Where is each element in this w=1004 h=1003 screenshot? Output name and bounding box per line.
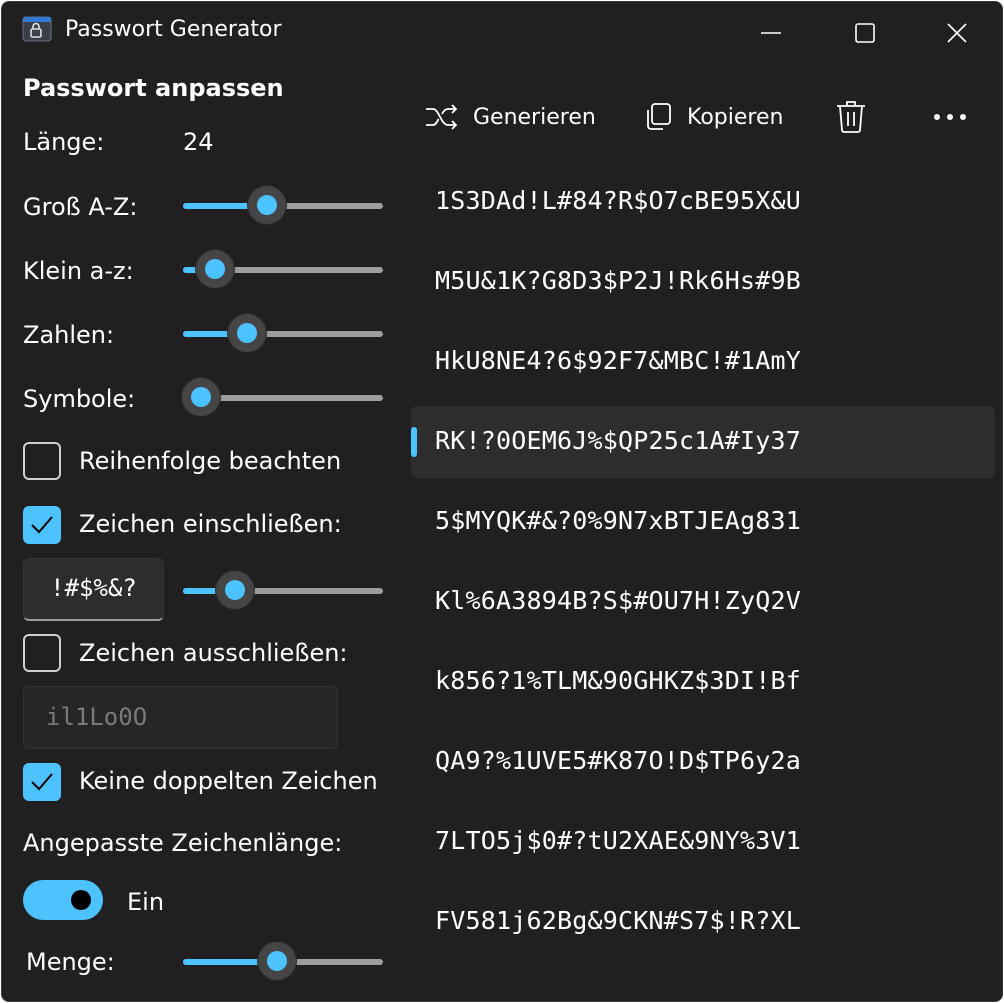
window-title: Passwort Generator <box>65 17 282 42</box>
password-row[interactable]: HkU8NE4?6$92F7&MBC!#1AmY <box>411 326 995 398</box>
length-value: 24 <box>183 128 214 156</box>
checkmark-icon <box>31 773 53 791</box>
uppercase-slider[interactable] <box>183 185 383 225</box>
password-row[interactable]: FV581j62Bg&9CKN#S7$!R?XL <box>411 886 995 958</box>
more-icon <box>934 114 966 120</box>
password-text: QA9?%1UVE5#K87O!D$TP6y2a <box>435 746 802 775</box>
slider-thumb[interactable] <box>196 250 234 288</box>
slider-thumb[interactable] <box>258 942 296 980</box>
title-bar: Passwort Generator <box>2 2 1002 62</box>
exclude-chars-checkbox[interactable] <box>23 634 61 672</box>
include-chars-label: Zeichen einschließen: <box>79 510 342 538</box>
lock-app-icon <box>22 16 52 42</box>
password-row[interactable]: M5U&1K?G8D3$P2J!Rk6Hs#9B <box>411 246 995 318</box>
password-text: Kl%6A3894B?S$#OU7H!ZyQ2V <box>435 586 802 615</box>
minimize-button[interactable] <box>748 12 794 56</box>
lowercase-label: Klein a-z: <box>23 257 134 285</box>
password-text: 5$MYQK#&?0%9N7xBTJEAg831 <box>435 506 802 535</box>
generate-button[interactable]: Generieren <box>425 94 596 140</box>
symbols-slider[interactable] <box>182 377 383 417</box>
password-row[interactable]: 7LTO5j$0#?tU2XAE&9NY%3V1 <box>411 806 995 878</box>
amount-slider[interactable] <box>183 941 383 981</box>
copy-button[interactable]: Kopieren <box>643 94 783 140</box>
password-text: FV581j62Bg&9CKN#S7$!R?XL <box>435 906 802 935</box>
toggle-state-label: Ein <box>127 888 165 916</box>
password-list: 1S3DAd!L#84?R$O7cBE95X&U M5U&1K?G8D3$P2J!… <box>411 166 995 966</box>
length-label: Länge: <box>23 128 105 156</box>
close-button[interactable] <box>934 12 980 56</box>
no-duplicates-checkbox[interactable] <box>23 763 61 801</box>
copy-icon <box>647 103 671 130</box>
password-text: 7LTO5j$0#?tU2XAE&9NY%3V1 <box>435 826 802 855</box>
password-text: 1S3DAd!L#84?R$O7cBE95X&U <box>435 186 802 215</box>
section-title: Passwort anpassen <box>23 74 284 102</box>
numbers-label: Zahlen: <box>23 321 115 349</box>
include-chars-input[interactable]: !#$%&? <box>23 558 164 621</box>
more-options-button[interactable] <box>932 94 968 140</box>
password-row[interactable]: RK!?0OEM6J%$QP25c1A#Iy37 <box>411 406 995 478</box>
password-row[interactable]: Kl%6A3894B?S$#OU7H!ZyQ2V <box>411 566 995 638</box>
trash-icon <box>837 101 865 133</box>
password-row[interactable]: 1S3DAd!L#84?R$O7cBE95X&U <box>411 166 995 238</box>
no-duplicates-label: Keine doppelten Zeichen <box>79 767 378 795</box>
order-checkbox-label: Reihenfolge beachten <box>79 447 342 475</box>
shuffle-icon <box>426 104 458 130</box>
app-window: Passwort Generator Passwort anpassen Län… <box>1 1 1003 1002</box>
numbers-slider[interactable] <box>183 313 383 353</box>
password-text: M5U&1K?G8D3$P2J!Rk6Hs#9B <box>435 266 802 295</box>
amount-label: Menge: <box>26 948 115 976</box>
order-checkbox[interactable] <box>23 442 61 480</box>
maximize-button[interactable] <box>842 12 888 56</box>
close-icon <box>947 23 967 43</box>
password-text: HkU8NE4?6$92F7&MBC!#1AmY <box>435 346 802 375</box>
slider-thumb[interactable] <box>182 378 220 416</box>
custom-length-label: Angepasste Zeichenlänge: <box>23 829 343 857</box>
symbols-label: Symbole: <box>23 385 136 413</box>
uppercase-label: Groß A-Z: <box>23 193 138 221</box>
password-text: RK!?0OEM6J%$QP25c1A#Iy37 <box>435 426 802 455</box>
exclude-chars-input[interactable]: il1Lo0O <box>23 686 338 749</box>
copy-label: Kopieren <box>687 104 784 130</box>
checkmark-icon <box>31 516 53 534</box>
lowercase-slider[interactable] <box>183 249 383 289</box>
password-row[interactable]: QA9?%1UVE5#K87O!D$TP6y2a <box>411 726 995 798</box>
include-chars-checkbox[interactable] <box>23 506 61 544</box>
exclude-chars-label: Zeichen ausschließen: <box>79 639 348 667</box>
delete-button[interactable] <box>836 94 866 140</box>
slider-thumb[interactable] <box>248 186 286 224</box>
maximize-icon <box>855 23 875 43</box>
password-row[interactable]: k856?1%TLM&90GHKZ$3DI!Bf <box>411 646 995 718</box>
generate-label: Generieren <box>473 104 596 130</box>
slider-thumb[interactable] <box>216 571 254 609</box>
include-chars-slider[interactable] <box>183 570 383 610</box>
custom-length-toggle[interactable] <box>23 880 103 920</box>
minimize-icon <box>761 32 781 34</box>
selection-indicator <box>411 427 417 457</box>
slider-thumb[interactable] <box>228 314 266 352</box>
password-row[interactable]: 5$MYQK#&?0%9N7xBTJEAg831 <box>411 486 995 558</box>
password-text: k856?1%TLM&90GHKZ$3DI!Bf <box>435 666 802 695</box>
